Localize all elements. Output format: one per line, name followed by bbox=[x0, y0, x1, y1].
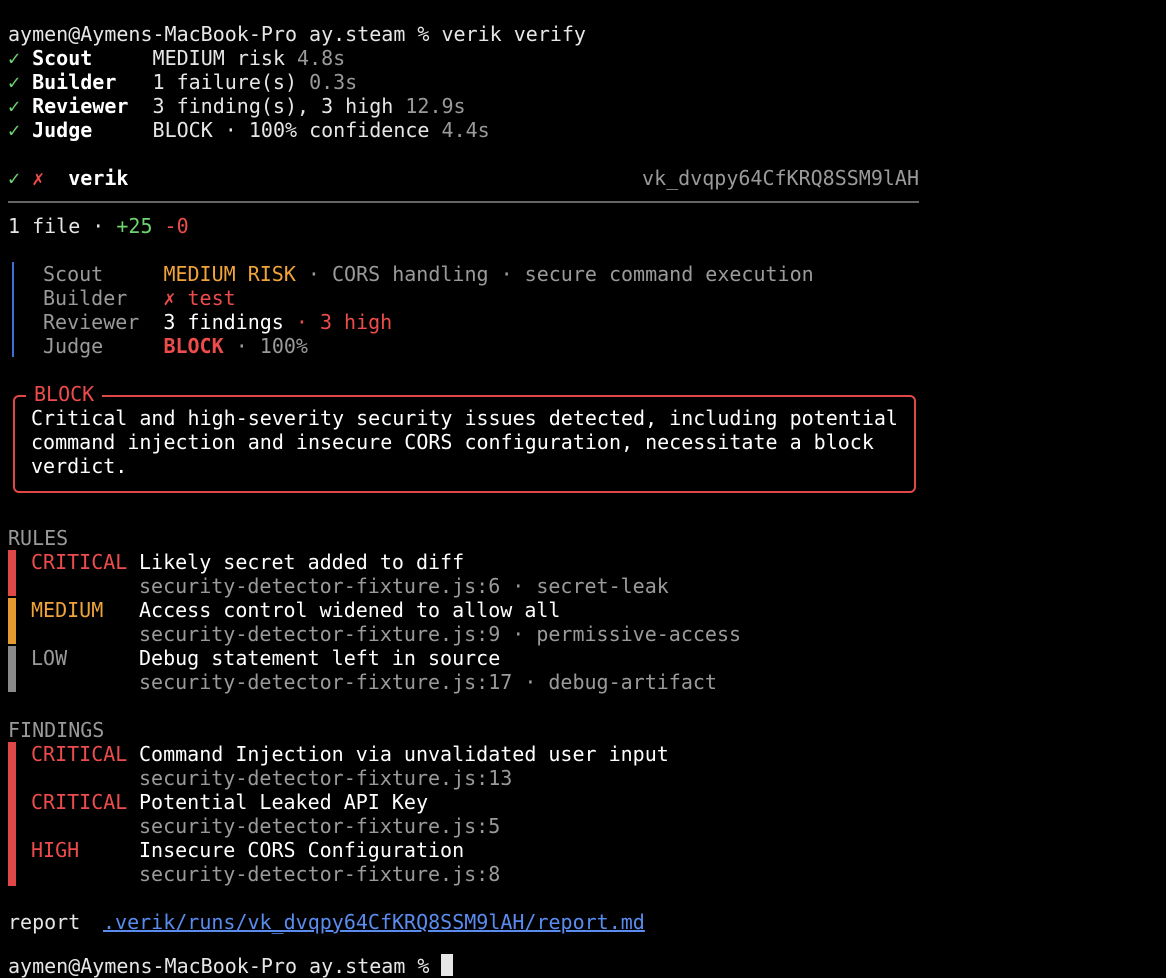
stage-line-reviewer: ✓ Reviewer 3 finding(s), 3 high 12.9s bbox=[8, 94, 466, 118]
next-prompt-line[interactable]: aymen@Aymens-MacBook-Pro ay.steam % bbox=[8, 954, 454, 978]
rule-title: Access control widened to allow all bbox=[139, 598, 561, 622]
command-line: aymen@Aymens-MacBook-Pro ay.steam % veri… bbox=[8, 22, 586, 46]
stage-name: Scout bbox=[32, 46, 93, 70]
verdict-badge: BLOCK bbox=[163, 334, 224, 358]
cross-icon: ✗ bbox=[32, 166, 45, 190]
stage-name: Reviewer bbox=[32, 94, 129, 118]
summary-label: Scout bbox=[43, 262, 104, 286]
cursor bbox=[441, 954, 454, 976]
stage-line-judge: ✓ Judge BLOCK · 100% confidence 4.4s bbox=[8, 118, 490, 142]
finding-location: security-detector-fixture.js:5 bbox=[139, 814, 501, 838]
stage-time: 0.3s bbox=[309, 70, 358, 94]
confidence: · 100% bbox=[223, 334, 308, 358]
report-link[interactable]: .verik/runs/vk_dvqpy64CfKRQ8SSM9lAH/repo… bbox=[103, 910, 645, 934]
header-title: verik bbox=[68, 166, 129, 190]
rule-severity: MEDIUM bbox=[31, 598, 104, 622]
summary-builder: Builder ✗ test bbox=[43, 286, 236, 310]
verdict-title: BLOCK bbox=[26, 382, 103, 406]
stage-result: 3 finding(s), 3 high bbox=[152, 94, 394, 118]
risk-tags: · CORS handling · secure command executi… bbox=[295, 262, 814, 286]
severity-bar-critical bbox=[8, 550, 16, 596]
severity-bar-low bbox=[8, 646, 16, 692]
stage-name: Builder bbox=[32, 70, 117, 94]
finding-location: security-detector-fixture.js:8 bbox=[139, 862, 501, 886]
finding-title: Command Injection via unvalidated user i… bbox=[139, 742, 669, 766]
finding-severity: HIGH bbox=[31, 838, 80, 862]
command-text: verik verify bbox=[441, 22, 586, 46]
findings-heading: FINDINGS bbox=[8, 718, 105, 742]
summary-judge: Judge BLOCK · 100% bbox=[43, 334, 308, 358]
stage-line-builder: ✓ Builder 1 failure(s) 0.3s bbox=[8, 70, 357, 94]
verdict-text-line: Critical and high-severity security issu… bbox=[31, 406, 898, 430]
verik-header: ✓ ✗ verik bbox=[8, 166, 128, 190]
check-icon: ✓ bbox=[8, 166, 21, 190]
run-id: vk_dvqpy64CfKRQ8SSM9lAH bbox=[642, 166, 919, 190]
finding-title: Insecure CORS Configuration bbox=[139, 838, 465, 862]
check-icon: ✓ bbox=[8, 70, 21, 94]
check-icon: ✓ bbox=[8, 94, 21, 118]
risk-badge: MEDIUM RISK bbox=[163, 262, 296, 286]
terminal-window[interactable]: aymen@Aymens-MacBook-Pro ay.steam % veri… bbox=[0, 0, 1166, 978]
check-icon: ✓ bbox=[8, 46, 21, 70]
verdict-text-line: verdict. bbox=[31, 454, 128, 478]
stage-result: BLOCK · 100% confidence bbox=[152, 118, 430, 142]
check-icon: ✓ bbox=[8, 118, 21, 142]
stage-result: MEDIUM risk bbox=[152, 46, 285, 70]
findings-count: 3 findings bbox=[163, 310, 284, 334]
summary-label: Judge bbox=[43, 334, 104, 358]
rule-location: security-detector-fixture.js:9 · permiss… bbox=[139, 622, 742, 646]
rule-title: Debug statement left in source bbox=[139, 646, 501, 670]
diff-stat: 1 file · +25 -0 bbox=[8, 214, 189, 238]
severity-bar-medium bbox=[8, 598, 16, 644]
rule-severity: CRITICAL bbox=[31, 550, 128, 574]
file-count: 1 file · bbox=[8, 214, 117, 238]
stage-name: Judge bbox=[32, 118, 93, 142]
lines-added: +25 bbox=[116, 214, 153, 238]
finding-location: security-detector-fixture.js:13 bbox=[139, 766, 513, 790]
shell-prompt: aymen@Aymens-MacBook-Pro ay.steam % bbox=[8, 954, 442, 978]
rule-location: security-detector-fixture.js:6 · secret-… bbox=[139, 574, 669, 598]
rules-heading: RULES bbox=[8, 526, 69, 550]
rule-location: security-detector-fixture.js:17 · debug-… bbox=[139, 670, 717, 694]
stage-time: 12.9s bbox=[405, 94, 466, 118]
builder-result: ✗ test bbox=[163, 286, 236, 310]
verdict-text-line: command injection and insecure CORS conf… bbox=[31, 430, 874, 454]
shell-prompt: aymen@Aymens-MacBook-Pro ay.steam % bbox=[8, 22, 442, 46]
finding-severity: CRITICAL bbox=[31, 742, 128, 766]
summary-border bbox=[12, 262, 14, 357]
rule-title: Likely secret added to diff bbox=[139, 550, 465, 574]
summary-scout: Scout MEDIUM RISK · CORS handling · secu… bbox=[43, 262, 814, 286]
summary-reviewer: Reviewer 3 findings · 3 high bbox=[43, 310, 392, 334]
summary-label: Reviewer bbox=[43, 310, 140, 334]
summary-label: Builder bbox=[43, 286, 128, 310]
stage-result: 1 failure(s) bbox=[152, 70, 298, 94]
report-label: report bbox=[8, 910, 81, 934]
divider bbox=[8, 201, 919, 203]
high-count: · 3 high bbox=[283, 310, 393, 334]
severity-bar-findings bbox=[8, 742, 16, 886]
rule-severity: LOW bbox=[31, 646, 68, 670]
stage-line-scout: ✓ Scout MEDIUM risk 4.8s bbox=[8, 46, 345, 70]
stage-time: 4.8s bbox=[297, 46, 346, 70]
finding-title: Potential Leaked API Key bbox=[139, 790, 428, 814]
finding-severity: CRITICAL bbox=[31, 790, 128, 814]
lines-removed: -0 bbox=[164, 214, 189, 238]
stage-time: 4.4s bbox=[441, 118, 490, 142]
